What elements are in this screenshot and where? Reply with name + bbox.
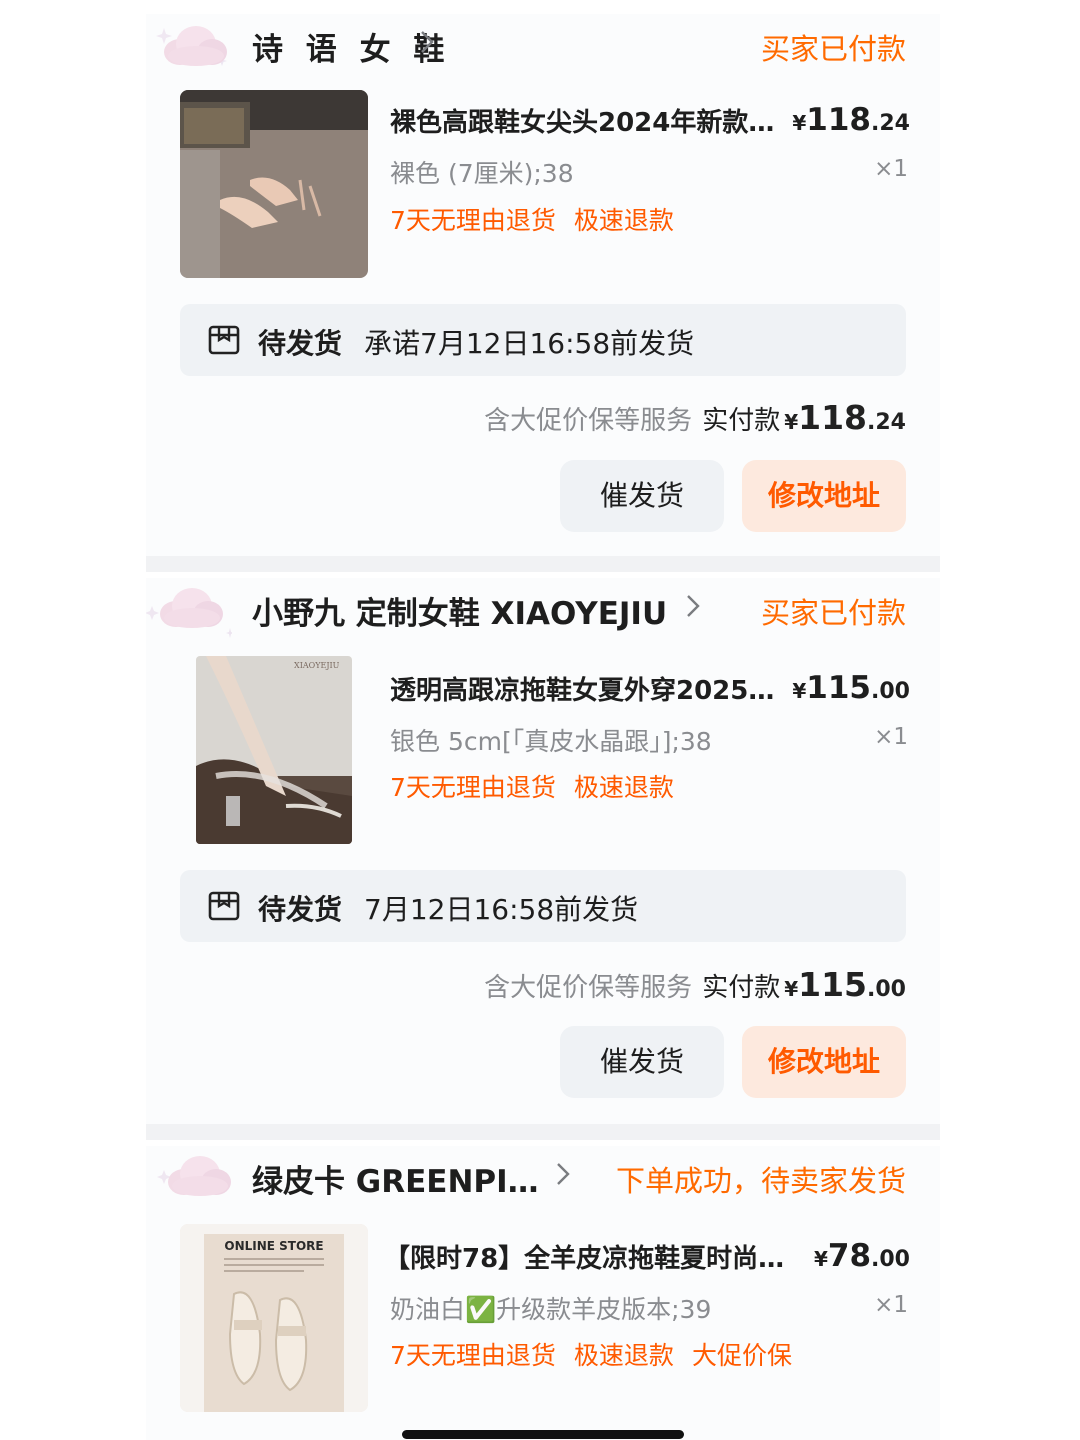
product-price: ¥78.00 xyxy=(814,1238,910,1274)
thumb-caption: ONLINE STORE xyxy=(224,1239,323,1253)
change-address-button[interactable]: 修改地址 xyxy=(742,1026,906,1098)
shop-header[interactable]: 诗 语 女 鞋 买家已付款 xyxy=(146,14,940,84)
product-image: XIAOYEJIU xyxy=(196,656,352,844)
product-thumbnail[interactable] xyxy=(180,90,368,278)
price-decimal: .00 xyxy=(871,1247,910,1272)
currency-symbol: ¥ xyxy=(792,679,807,703)
product-image: ONLINE STORE xyxy=(180,1224,368,1412)
cloud-sticker-icon xyxy=(146,588,232,638)
urge-shipping-button[interactable]: 催发货 xyxy=(560,460,724,532)
package-box-icon xyxy=(208,325,240,355)
ship-label: 待发货 xyxy=(258,893,343,926)
order-status: 买家已付款 xyxy=(760,32,906,66)
price-int: 78 xyxy=(827,1238,872,1274)
product-title[interactable]: 裸色高跟鞋女尖头2024年新款… xyxy=(390,102,800,139)
currency-symbol: ¥ xyxy=(784,977,799,1001)
shipping-status-bar[interactable]: 待发货 7月12日16:58前发货 xyxy=(180,870,906,942)
cloud-sticker-icon xyxy=(156,26,227,66)
tag-price-protect: 大促价保 xyxy=(691,1341,792,1370)
change-address-button[interactable]: 修改地址 xyxy=(742,460,906,532)
product-thumbnail[interactable]: ONLINE STORE xyxy=(180,1224,368,1412)
order-card: 绿皮卡 GREENPI… 下单成功，待卖家发货 ONLINE STORE 【限时… xyxy=(146,1146,940,1440)
service-tags: 7天无理由退货 极速退款 xyxy=(390,768,692,804)
product-price: ¥118.24 xyxy=(792,102,910,138)
package-box-icon xyxy=(208,891,240,921)
service-tags: 7天无理由退货 极速退款 xyxy=(390,201,692,237)
order-card: 诗 语 女 鞋 买家已付款 裸色高跟鞋女尖头2024年新款… ¥118.24 裸… xyxy=(146,14,940,556)
chevron-right-icon[interactable] xyxy=(684,592,702,620)
order-card: 小野九 定制女鞋 XIAOYEJIU 买家已付款 XIAOYEJIU 透明高跟凉… xyxy=(146,578,940,1124)
chevron-right-icon[interactable] xyxy=(418,28,436,56)
ship-promise: 承诺7月12日16:58前发货 xyxy=(364,327,695,360)
order-total: 含大促价保等服务 实付款 ¥118.24 xyxy=(484,398,906,437)
shop-name[interactable]: 绿皮卡 GREENPI… xyxy=(252,1156,539,1201)
price-decimal: .24 xyxy=(871,111,910,136)
product-title[interactable]: 透明高跟凉拖鞋女夏外穿2025… xyxy=(390,670,800,707)
tag-refund: 极速退款 xyxy=(573,206,674,235)
paid-label: 实付款 xyxy=(702,406,781,436)
ship-promise: 7月12日16:58前发货 xyxy=(364,893,639,926)
tag-refund: 极速退款 xyxy=(573,773,674,802)
total-decimal: .00 xyxy=(867,977,906,1002)
shipping-status-bar[interactable]: 待发货 承诺7月12日16:58前发货 xyxy=(180,304,906,376)
price-decimal: .00 xyxy=(871,679,910,704)
paid-label: 实付款 xyxy=(702,973,781,1003)
service-note: 含大促价保等服务 xyxy=(484,973,693,1003)
shop-name[interactable]: 小野九 定制女鞋 XIAOYEJIU xyxy=(252,588,667,633)
ship-label: 待发货 xyxy=(258,327,343,360)
shop-header[interactable]: 绿皮卡 GREENPI… 下单成功，待卖家发货 xyxy=(146,1146,940,1216)
thumb-watermark: XIAOYEJIU xyxy=(294,661,340,670)
service-tags: 7天无理由退货 极速退款 大促价保 xyxy=(390,1336,810,1372)
currency-symbol: ¥ xyxy=(813,1247,828,1271)
price-int: 115 xyxy=(806,670,872,706)
urge-shipping-button[interactable]: 催发货 xyxy=(560,1026,724,1098)
order-status: 买家已付款 xyxy=(760,596,906,630)
home-indicator[interactable] xyxy=(402,1430,684,1439)
service-note: 含大促价保等服务 xyxy=(484,406,693,436)
product-thumbnail[interactable]: XIAOYEJIU xyxy=(196,656,352,844)
price-int: 118 xyxy=(806,102,872,138)
currency-symbol: ¥ xyxy=(784,410,799,434)
chevron-right-icon[interactable] xyxy=(554,1160,572,1188)
product-sku: 裸色 (7厘米);38 xyxy=(390,159,574,188)
cloud-sticker-icon xyxy=(157,1156,231,1196)
tag-return: 7天无理由退货 xyxy=(390,206,556,235)
total-int: 115 xyxy=(798,965,868,1004)
product-sku: 奶油白✅升级款羊皮版本;39 xyxy=(390,1295,712,1324)
product-quantity: ×1 xyxy=(874,156,908,182)
product-sku: 银色 5cm[「真皮水晶跟」];38 xyxy=(390,727,712,756)
product-price: ¥115.00 xyxy=(792,670,910,706)
currency-symbol: ¥ xyxy=(792,111,807,135)
tag-refund: 极速退款 xyxy=(573,1341,674,1370)
shop-header[interactable]: 小野九 定制女鞋 XIAOYEJIU 买家已付款 xyxy=(146,578,940,648)
section-divider xyxy=(146,556,940,572)
product-title[interactable]: 【限时78】全羊皮凉拖鞋夏时尚… xyxy=(384,1238,794,1275)
total-int: 118 xyxy=(798,398,868,437)
tag-return: 7天无理由退货 xyxy=(390,773,556,802)
product-quantity: ×1 xyxy=(874,724,908,750)
tag-return: 7天无理由退货 xyxy=(390,1341,556,1370)
product-image xyxy=(180,90,368,278)
order-total: 含大促价保等服务 实付款 ¥115.00 xyxy=(484,965,906,1004)
product-quantity: ×1 xyxy=(874,1292,908,1318)
order-status: 下单成功，待卖家发货 xyxy=(615,1164,906,1198)
total-decimal: .24 xyxy=(867,410,906,435)
section-divider xyxy=(146,1124,940,1140)
